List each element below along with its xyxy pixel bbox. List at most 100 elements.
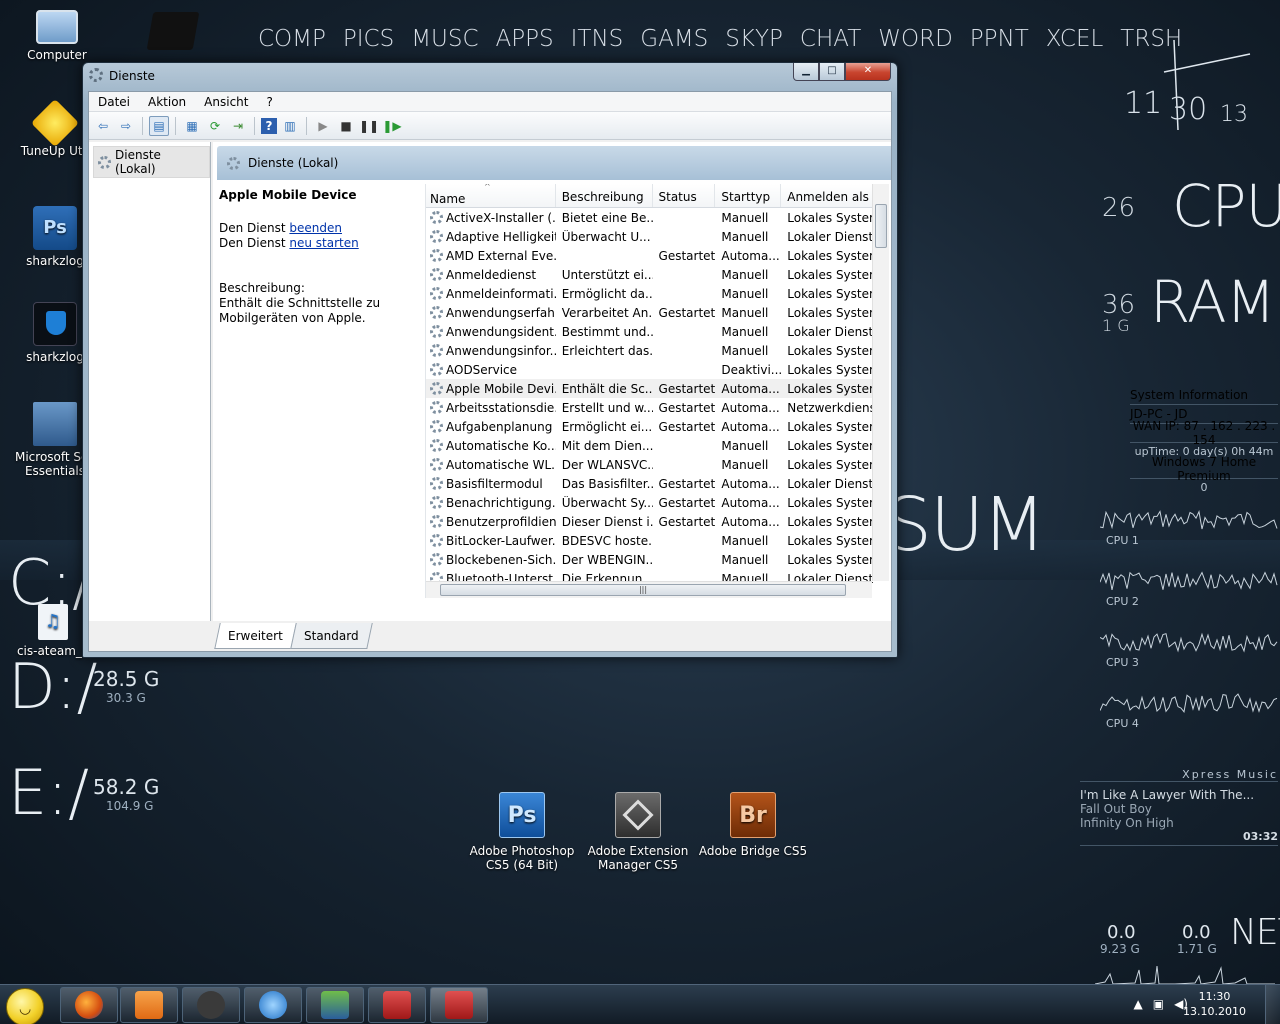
tray-date: 13.10.2010 — [1183, 1005, 1246, 1018]
table-row[interactable]: Anwendungserfah... Verarbeitet An... Gesta… — [426, 303, 889, 322]
launcher-item-xcel[interactable]: XCEL — [1046, 26, 1104, 52]
shield-app-icon — [33, 302, 77, 346]
stop-service-link[interactable]: beenden — [289, 221, 342, 235]
table-row[interactable]: Anwendungsident... Bestimmt und... Manuell… — [426, 322, 889, 341]
launcher-item-skyp[interactable]: SKYP — [725, 26, 783, 52]
show-desktop-button[interactable] — [1265, 985, 1280, 1024]
vertical-scrollbar[interactable] — [872, 184, 889, 581]
launcher-item-word[interactable]: WORD — [878, 26, 953, 52]
table-row[interactable]: Adaptive Helligkeit Überwacht U... Manuell… — [426, 227, 889, 246]
cell-text: Gestartet — [658, 305, 716, 320]
tree-node-services-local[interactable]: Dienste (Lokal) — [93, 146, 210, 178]
close-button[interactable]: ✕ — [845, 63, 891, 81]
cell-text: Automatische WL... — [446, 457, 556, 472]
table-row[interactable]: Apple Mobile Devi... Enthält die Sc... Ges… — [426, 379, 889, 398]
table-row[interactable]: Aufgabenplanung Ermöglicht ei... Gestartet… — [426, 417, 889, 436]
launcher-item-apps[interactable]: APPS — [496, 26, 554, 52]
restart-service-link[interactable]: neu starten — [289, 236, 358, 250]
table-row[interactable]: Anmeldedienst Unterstützt ei... Manuell Lok… — [426, 265, 889, 284]
export-list-icon[interactable]: ⇥ — [228, 116, 248, 136]
taskbar-services-active[interactable] — [430, 987, 488, 1023]
launcher-item-chat[interactable]: CHAT — [800, 26, 861, 52]
launcher-item-comp[interactable]: COMP — [258, 26, 326, 52]
tray-clock[interactable]: 11:30 13.10.2010 — [1183, 989, 1246, 1019]
drive-d-free: 28.5 G — [93, 667, 160, 691]
network-icon[interactable]: ▣ — [1153, 997, 1164, 1011]
stop-prefix: Den Dienst — [219, 221, 286, 235]
launcher-item-itns[interactable]: ITNS — [571, 26, 624, 52]
table-row[interactable]: Arbeitsstationsdie... Erstellt und w... Ge… — [426, 398, 889, 417]
forward-arrow-icon[interactable]: ⇨ — [116, 116, 136, 136]
cell-text: Manuell — [721, 457, 769, 472]
table-row[interactable]: Anmeldeinformati... Ermöglicht da... Manue… — [426, 284, 889, 303]
stop-service-icon[interactable]: ■ — [336, 116, 356, 136]
tab-standard[interactable]: Standard — [290, 623, 373, 649]
back-arrow-icon[interactable]: ⇦ — [93, 116, 113, 136]
desktop-icon-bridge[interactable]: Br Adobe Bridge CS5 — [693, 792, 813, 858]
net-graph — [1095, 965, 1275, 985]
column-header[interactable]: Name ^ — [426, 184, 556, 207]
table-row[interactable]: Blockebenen-Sich... Der WBENGIN... Manuell… — [426, 550, 889, 569]
taskbar-itunes[interactable] — [244, 987, 302, 1023]
maximize-button[interactable]: □ — [819, 63, 845, 81]
column-header[interactable]: Starttyp — [715, 184, 782, 207]
desktop-icon-extension-manager[interactable]: Adobe Extension Manager CS5 — [578, 792, 698, 872]
start-service-icon[interactable]: ▶ — [313, 116, 333, 136]
console-tree-toggle-icon[interactable]: ▤ — [149, 115, 169, 136]
table-row[interactable]: BitLocker-Laufwer... BDESVC hoste... Manue… — [426, 531, 889, 550]
table-row[interactable]: Automatische WL... Der WLANSVC... Manuell L… — [426, 455, 889, 474]
cell-text: Ermöglicht da... — [561, 286, 653, 301]
properties-icon[interactable]: ▦ — [182, 116, 202, 136]
window-titlebar[interactable]: Dienste ▁ □ ✕ — [83, 63, 897, 89]
list-header: Name ^ Beschreibung Status Starttyp Anmelden … — [426, 184, 889, 208]
toolbar: ⇦ ⇨ ▤ ▦ ⟳ ⇥ ? ▥ ▶ ■ ❚❚ ❚▶ — [89, 112, 891, 140]
tray-expand-icon[interactable]: ▲ — [1134, 997, 1143, 1011]
restart-service-line: Den Dienst neu starten — [219, 236, 414, 251]
horizontal-scrollbar[interactable]: ||| — [426, 581, 872, 598]
services-list[interactable]: Name ^ Beschreibung Status Starttyp Anmelden … — [425, 184, 889, 598]
menu-item[interactable]: Ansicht — [195, 92, 257, 111]
music-time: 03:32 — [1080, 830, 1278, 846]
table-cell: Automa... — [715, 401, 781, 415]
table-cell: Gestartet — [653, 515, 716, 529]
taskbar-video-editor[interactable] — [306, 987, 364, 1023]
taskbar-steam[interactable] — [182, 987, 240, 1023]
launcher-item-ppnt[interactable]: PPNT — [970, 26, 1029, 52]
table-row[interactable]: AMD External Eve... Gestartet Automa... Lok… — [426, 246, 889, 265]
restart-service-icon[interactable]: ❚▶ — [382, 116, 402, 136]
table-row[interactable]: Benachrichtigung... Überwacht Sy... Gestar… — [426, 493, 889, 512]
menu-item[interactable]: ? — [257, 92, 281, 111]
cell-text: Apple Mobile Devi... — [446, 381, 556, 396]
start-button[interactable] — [6, 988, 44, 1024]
launcher-item-musc[interactable]: MUSC — [411, 26, 478, 52]
desktop-icon-photoshop[interactable]: Ps Adobe Photoshop CS5 (64 Bit) — [462, 792, 582, 872]
action-pane-icon[interactable]: ▥ — [280, 116, 300, 136]
launcher-item-gams[interactable]: GAMS — [640, 26, 708, 52]
desktop-icon-computer[interactable]: Computer — [12, 10, 102, 62]
table-cell: Gestartet — [653, 420, 716, 434]
taskbar-firefox[interactable] — [60, 987, 118, 1023]
table-row[interactable]: Automatische Ko... Mit dem Dien... Manuell… — [426, 436, 889, 455]
services-window[interactable]: Dienste ▁ □ ✕ Datei Aktion Ansicht? ⇦ ⇨ ▤ … — [82, 62, 898, 658]
minimize-button[interactable]: ▁ — [793, 63, 819, 81]
column-header[interactable]: Status — [653, 184, 716, 207]
help-icon[interactable]: ? — [261, 117, 277, 134]
tab-erweitert[interactable]: Erweitert — [214, 623, 297, 649]
taskbar-media-player[interactable] — [120, 987, 178, 1023]
menu-item[interactable]: Aktion — [139, 92, 195, 111]
table-row[interactable]: AODService Deaktivi... Lokales System — [426, 360, 889, 379]
taskbar-toolbox-1[interactable] — [368, 987, 426, 1023]
desktop-icon-label: Manager CS5 — [597, 858, 679, 872]
table-row[interactable]: Basisfiltermodul Das Basisfilter... Gestar… — [426, 474, 889, 493]
refresh-icon[interactable]: ⟳ — [205, 116, 225, 136]
launcher-item-pics[interactable]: PICS — [343, 26, 394, 52]
laptop-icon[interactable] — [146, 12, 200, 50]
table-row[interactable]: ActiveX-Installer (... Bietet eine Be... M… — [426, 208, 889, 227]
cell-text: Lokales System — [787, 343, 881, 358]
table-row[interactable]: Anwendungsinfor... Erleichtert das... Manu… — [426, 341, 889, 360]
menu-item[interactable]: Datei — [89, 92, 139, 111]
column-header[interactable]: Beschreibung — [556, 184, 653, 207]
table-cell: Manuell — [715, 287, 781, 301]
pause-service-icon[interactable]: ❚❚ — [359, 116, 379, 136]
table-row[interactable]: Benutzerprofildienst Dieser Dienst i... Ge… — [426, 512, 889, 531]
